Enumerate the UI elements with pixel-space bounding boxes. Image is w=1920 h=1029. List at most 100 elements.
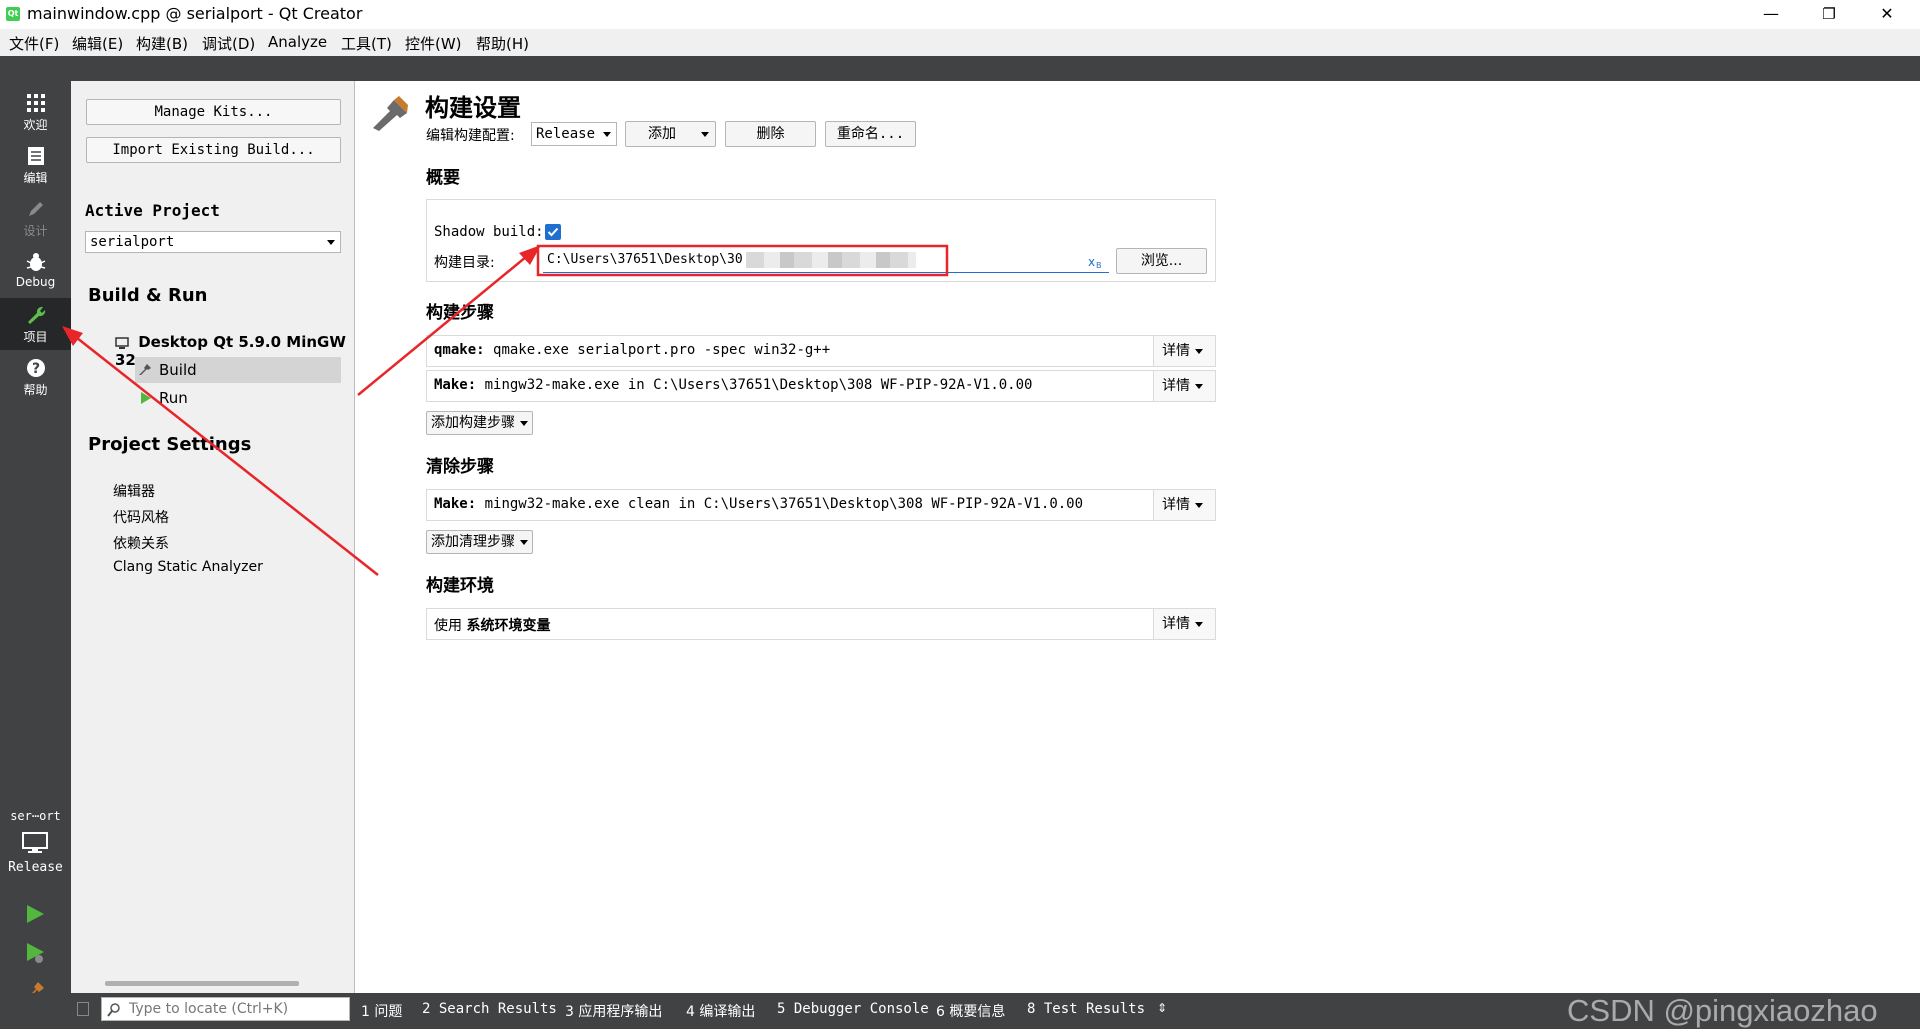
- mode-welcome[interactable]: 欢迎: [0, 86, 71, 138]
- clean-details-button[interactable]: 详情: [1153, 490, 1215, 520]
- nav-build-label: Build: [159, 361, 197, 379]
- computer-icon: [115, 336, 129, 349]
- env-value: 系统环境变量: [466, 618, 551, 634]
- add-config-label: 添加: [648, 126, 676, 142]
- qmake-details-button[interactable]: 详情: [1153, 336, 1215, 366]
- details-label: 详情: [1162, 343, 1190, 359]
- toolbar-strip: [0, 56, 1920, 81]
- build-config-combo[interactable]: Release: [531, 122, 617, 146]
- svg-text:x: x: [1088, 255, 1095, 269]
- mode-label: Debug: [15, 275, 56, 289]
- edit-config-label: 编辑构建配置:: [426, 128, 515, 144]
- mode-debug[interactable]: Debug: [0, 245, 71, 297]
- menu-bar: 文件(F) 编辑(E) 构建(B) 调试(D) Analyze 工具(T) 控件…: [0, 29, 1920, 56]
- locator-placeholder: Type to locate (Ctrl+K): [129, 1001, 289, 1017]
- toggle-sidebar-icon[interactable]: [77, 1002, 89, 1016]
- qmake-prefix: qmake:: [434, 342, 485, 358]
- tab-search-results[interactable]: 2 Search Results: [422, 1001, 557, 1017]
- build-env-header: 构建环境: [426, 576, 494, 596]
- settings-clang-analyzer[interactable]: Clang Static Analyzer: [113, 559, 263, 575]
- nav-run-item[interactable]: Run: [135, 385, 341, 411]
- more-tabs-icon[interactable]: ⇕: [1157, 1001, 1167, 1015]
- tab-app-output[interactable]: 3 应用程序输出: [565, 1001, 662, 1021]
- svg-text:B: B: [1096, 261, 1102, 269]
- qt-logo-icon: Qt: [6, 7, 20, 21]
- build-dir-label: 构建目录:: [434, 255, 495, 271]
- import-build-button[interactable]: Import Existing Build...: [86, 137, 341, 163]
- document-icon: [27, 147, 44, 165]
- manage-kits-button[interactable]: Manage Kits...: [86, 99, 341, 125]
- mode-label: 编辑: [23, 171, 48, 185]
- mode-bar: 欢迎 编辑 设计 Debug 项目 ? 帮助 ser⋯ort Release: [0, 81, 71, 1000]
- tab-compile-output[interactable]: 4 编译输出: [686, 1001, 755, 1021]
- project-settings-label: Project Settings: [88, 434, 252, 455]
- active-project-combo[interactable]: serialport: [85, 231, 341, 253]
- menu-widgets[interactable]: 控件(W): [405, 33, 462, 54]
- minimize-button[interactable]: —: [1742, 0, 1800, 29]
- clean-step-row: Make: mingw32-make.exe clean in C:\Users…: [426, 489, 1216, 521]
- qmake-step-row: qmake: qmake.exe serialport.pro -spec wi…: [426, 335, 1216, 367]
- details-label: 详情: [1162, 616, 1190, 632]
- output-pane-bar: Type to locate (Ctrl+K) 1 问题 2 Search Re…: [0, 993, 1920, 1029]
- qmake-command: qmake.exe serialport.pro -spec win32-g++: [493, 342, 831, 358]
- clean-command: mingw32-make.exe clean in C:\Users\37651…: [484, 496, 1084, 512]
- clean-prefix: Make:: [434, 496, 477, 512]
- title-bar: Qt mainwindow.cpp @ serialport - Qt Crea…: [0, 0, 1920, 29]
- locator-input[interactable]: Type to locate (Ctrl+K): [101, 997, 350, 1021]
- debug-run-button[interactable]: [24, 941, 46, 965]
- window-title: mainwindow.cpp @ serialport - Qt Creator: [27, 4, 363, 23]
- mode-help[interactable]: ? 帮助: [0, 351, 71, 403]
- menu-edit[interactable]: 编辑(E): [72, 33, 123, 54]
- build-env-row: 使用 系统环境变量 详情: [426, 608, 1216, 640]
- mode-label: 欢迎: [23, 118, 48, 132]
- shadow-build-checkbox[interactable]: [545, 224, 561, 240]
- add-build-step-label: 添加构建步骤: [431, 415, 515, 431]
- tab-general-messages[interactable]: 6 概要信息: [936, 1001, 1005, 1021]
- shadow-build-label: Shadow build:: [434, 224, 544, 240]
- hammer-icon: [139, 364, 151, 375]
- add-build-step-button[interactable]: 添加构建步骤: [426, 411, 533, 435]
- kit-config-label: Release: [8, 860, 63, 875]
- mode-design[interactable]: 设计: [0, 192, 71, 244]
- run-button[interactable]: [24, 903, 46, 925]
- variable-chooser-icon[interactable]: xB: [1087, 253, 1105, 269]
- rename-config-button[interactable]: 重命名...: [825, 121, 916, 147]
- tab-test-results[interactable]: 8 Test Results: [1027, 1001, 1145, 1017]
- tab-debugger-console[interactable]: 5 Debugger Console: [777, 1001, 929, 1017]
- page-title: 构建设置: [425, 94, 521, 122]
- search-icon: [107, 1003, 120, 1017]
- mode-edit[interactable]: 编辑: [0, 139, 71, 191]
- menu-analyze[interactable]: Analyze: [268, 33, 327, 51]
- settings-editor[interactable]: 编辑器: [113, 481, 155, 501]
- nav-build-item[interactable]: Build: [135, 357, 341, 383]
- menu-debug[interactable]: 调试(D): [202, 33, 255, 54]
- build-dir-input[interactable]: C:\Users\37651\Desktop\30 xB: [543, 249, 1109, 273]
- make-details-button[interactable]: 详情: [1153, 371, 1215, 401]
- menu-tools[interactable]: 工具(T): [341, 33, 392, 54]
- add-clean-step-button[interactable]: 添加清理步骤: [426, 530, 533, 554]
- details-label: 详情: [1162, 378, 1190, 394]
- close-button[interactable]: ✕: [1858, 0, 1916, 29]
- bug-icon: [26, 253, 45, 271]
- browse-button[interactable]: 浏览...: [1116, 248, 1207, 274]
- settings-code-style[interactable]: 代码风格: [113, 507, 169, 527]
- add-config-button[interactable]: 添加: [625, 121, 716, 147]
- kit-selector[interactable]: Release: [0, 830, 71, 880]
- blurred-path: [746, 252, 916, 268]
- mode-projects[interactable]: 项目: [0, 298, 71, 350]
- restore-button[interactable]: ❐: [1800, 0, 1858, 29]
- watermark: CSDN @pingxiaozhao: [1567, 993, 1878, 1028]
- settings-dependencies[interactable]: 依赖关系: [113, 533, 169, 553]
- menu-help[interactable]: 帮助(H): [476, 33, 529, 54]
- tab-issues[interactable]: 1 问题: [361, 1001, 402, 1021]
- nav-scrollbar[interactable]: [105, 981, 299, 986]
- kit-project-label: ser⋯ort: [10, 809, 61, 823]
- pencil-icon: [28, 202, 43, 216]
- menu-build[interactable]: 构建(B): [136, 33, 188, 54]
- env-details-button[interactable]: 详情: [1153, 609, 1215, 639]
- make-prefix: Make:: [434, 377, 477, 393]
- delete-config-button[interactable]: 删除: [725, 121, 816, 147]
- make-step-row: Make: mingw32-make.exe in C:\Users\37651…: [426, 370, 1216, 402]
- env-use-label: 使用: [434, 618, 462, 634]
- menu-file[interactable]: 文件(F): [9, 33, 59, 54]
